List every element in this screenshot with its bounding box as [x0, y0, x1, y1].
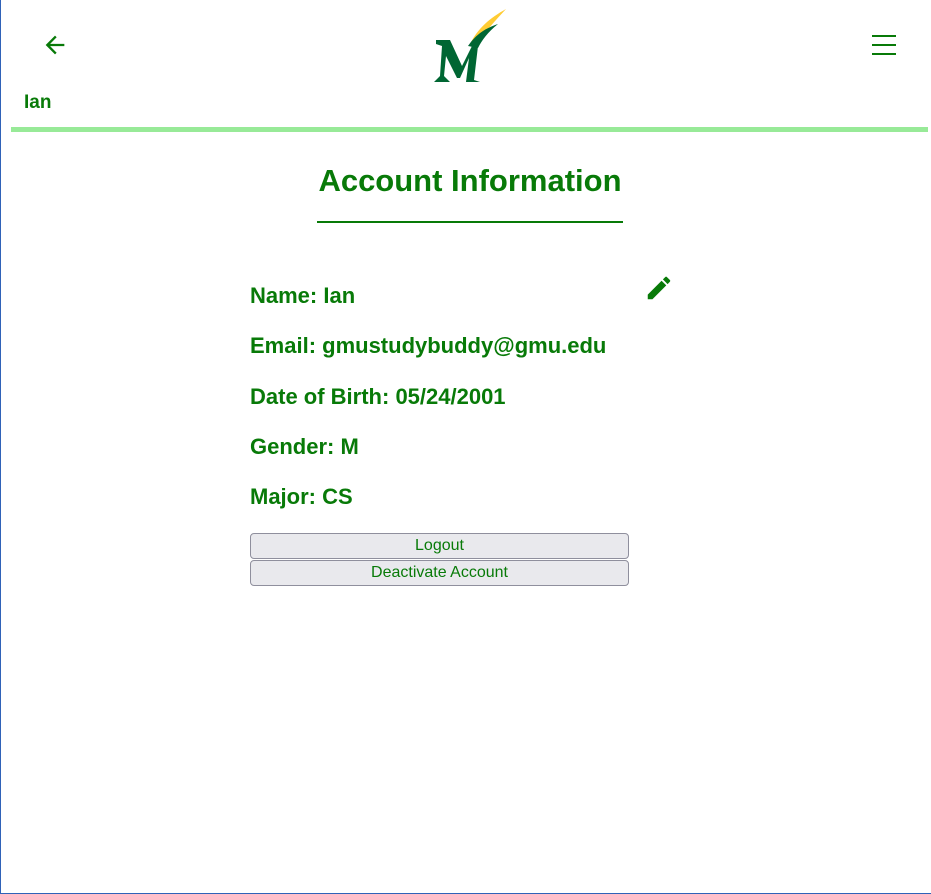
hamburger-menu-icon	[872, 35, 896, 55]
title-underline	[317, 221, 623, 223]
account-gender: Gender: M	[250, 434, 359, 459]
deactivate-account-button[interactable]: Deactivate Account	[250, 560, 629, 586]
pencil-icon	[647, 276, 671, 300]
logout-button[interactable]: Logout	[250, 533, 629, 559]
edit-account-button[interactable]	[644, 273, 674, 303]
account-date-of-birth: Date of Birth: 05/24/2001	[250, 384, 506, 409]
gmu-logo	[434, 9, 506, 82]
account-major: Major: CS	[250, 484, 353, 509]
page-title: Account Information	[318, 163, 622, 198]
arrow-left-icon	[45, 35, 65, 55]
username-label: Ian	[24, 92, 52, 113]
window-left-border	[0, 0, 1, 894]
menu-button[interactable]	[866, 28, 902, 62]
back-button[interactable]	[38, 28, 72, 62]
header-divider	[11, 127, 928, 132]
account-email: Email: gmustudybuddy@gmu.edu	[250, 333, 607, 358]
account-name: Name: Ian	[250, 283, 356, 308]
